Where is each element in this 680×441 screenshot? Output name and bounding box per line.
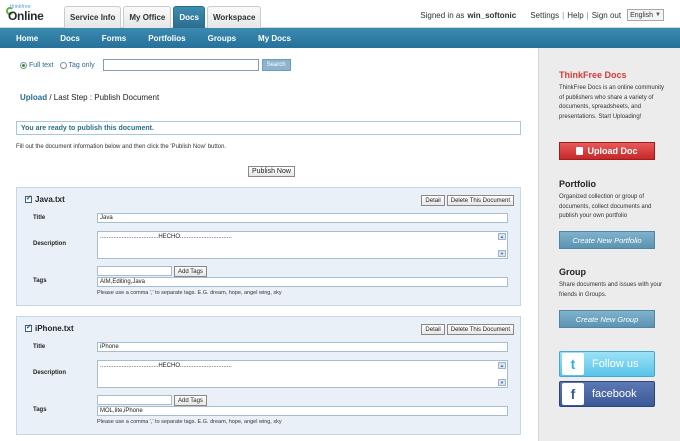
nav-docs[interactable]: Docs [60, 34, 80, 43]
portfolio-title: Portfolio [559, 179, 596, 189]
right-sidebar: ThinkFree Docs ThinkFree Docs is an onli… [538, 48, 680, 441]
scroll-down-icon[interactable]: ▼ [498, 379, 506, 386]
description-label: Description [33, 241, 67, 247]
document-card: Java.txt Detail Delete This Document Tit… [16, 187, 521, 306]
tags-label: Tags [33, 407, 47, 413]
user-area: Signed in as win_softonic Settings | Hel… [420, 9, 664, 21]
twitter-label: Follow us [592, 358, 639, 370]
chevron-down-icon: ▼ [655, 12, 661, 18]
description-text: ...................................HECHO… [100, 363, 232, 369]
publish-now-button[interactable]: Publish Now [248, 166, 295, 177]
create-portfolio-button[interactable]: Create New Portfolio [559, 231, 655, 249]
title-label: Title [33, 215, 46, 221]
upload-icon [576, 147, 584, 155]
tab-service-info[interactable]: Service Info [64, 6, 122, 28]
twitter-icon: t [562, 353, 584, 375]
tagonly-radio[interactable] [59, 61, 67, 69]
breadcrumb-upload-link[interactable]: Upload [20, 93, 47, 102]
facebook-icon: f [562, 383, 584, 405]
docs-intro-text: ThinkFree Docs is an online community of… [559, 85, 665, 120]
new-tag-input[interactable] [97, 266, 172, 276]
language-select[interactable]: English ▼ [627, 9, 664, 21]
breadcrumb: Upload / Last Step : Publish Document [20, 93, 159, 102]
search-row: Full text Tag only Search [20, 59, 291, 71]
title-input[interactable]: iPhone [97, 342, 508, 352]
document-checkbox[interactable] [25, 194, 32, 203]
language-value: English [630, 11, 654, 19]
description-scrollbar[interactable]: ▲ ▼ [498, 362, 506, 386]
description-textarea[interactable]: ...................................HECHO… [97, 360, 508, 388]
tab-workspace[interactable]: Workspace [206, 6, 262, 28]
username: win_softonic [467, 10, 517, 20]
add-tags-button[interactable]: Add Tags [174, 395, 207, 406]
settings-link[interactable]: Settings [530, 11, 559, 20]
nav-portfolios[interactable]: Portfolios [148, 34, 185, 43]
twitter-follow-button[interactable]: t Follow us [559, 351, 655, 377]
description-scrollbar[interactable]: ▲ ▼ [498, 233, 506, 257]
document-card: iPhone.txt Detail Delete This Document T… [16, 316, 521, 435]
top-header: thinkfree Online Service Info My Office … [0, 0, 680, 28]
group-title: Group [559, 267, 586, 277]
nav-forms[interactable]: Forms [102, 34, 126, 43]
document-header: Java.txt [25, 194, 65, 204]
description-label: Description [33, 370, 67, 376]
document-filename: Java.txt [35, 195, 65, 204]
ready-message: You are ready to publish this document. [16, 121, 521, 135]
tagonly-label[interactable]: Tag only [69, 62, 95, 69]
document-filename: iPhone.txt [35, 324, 74, 333]
thinkfree-logo[interactable]: thinkfree Online [6, 4, 58, 24]
document-actions: Detail Delete This Document [419, 195, 514, 206]
detail-button[interactable]: Detail [421, 195, 445, 206]
upload-doc-button[interactable]: Upload Doc [559, 142, 655, 160]
main-nav: Home Docs Forms Portfolios Groups My Doc… [0, 28, 680, 48]
portfolio-text: Organized collection or group of documen… [559, 194, 652, 219]
tag-hint: Please use a comma ',' to separate tags.… [97, 419, 282, 425]
document-header: iPhone.txt [25, 323, 74, 333]
description-textarea[interactable]: ...................................HECHO… [97, 231, 508, 259]
help-link[interactable]: Help [567, 11, 583, 20]
tags-label: Tags [33, 278, 47, 284]
title-label: Title [33, 344, 46, 350]
nav-groups[interactable]: Groups [208, 34, 236, 43]
create-group-button[interactable]: Create New Group [559, 310, 655, 328]
fulltext-label[interactable]: Full text [29, 62, 54, 69]
title-input[interactable]: Java [97, 213, 508, 223]
breadcrumb-current: / Last Step : Publish Document [49, 93, 160, 102]
search-button[interactable]: Search [261, 59, 291, 71]
sign-out-link[interactable]: Sign out [592, 11, 621, 20]
upload-doc-label: Upload Doc [587, 146, 638, 156]
search-input[interactable] [102, 59, 259, 71]
scroll-up-icon[interactable]: ▲ [498, 362, 506, 369]
detail-button[interactable]: Detail [421, 324, 445, 335]
group-section: Group Share documents and issues with yo… [559, 267, 665, 300]
signed-in-prefix: Signed in as [420, 10, 465, 20]
nav-home[interactable]: Home [16, 34, 38, 43]
fulltext-radio[interactable] [20, 61, 27, 69]
group-text: Share documents and issues with your fri… [559, 282, 663, 298]
document-actions: Detail Delete This Document [419, 324, 514, 335]
tab-my-office[interactable]: My Office [123, 6, 172, 28]
scroll-up-icon[interactable]: ▲ [498, 233, 506, 240]
facebook-label: facebook [592, 388, 637, 400]
logo-big-text: Online [8, 9, 44, 23]
tab-docs[interactable]: Docs [173, 6, 205, 28]
portfolio-section: Portfolio Organized collection or group … [559, 179, 665, 222]
add-tags-button[interactable]: Add Tags [174, 266, 207, 277]
main-content: Full text Tag only Search Upload / Last … [0, 48, 538, 441]
tags-input[interactable]: MOL,lite,iPhone [97, 406, 508, 416]
nav-my-docs[interactable]: My Docs [258, 34, 291, 43]
docs-intro-section: ThinkFree Docs ThinkFree Docs is an onli… [559, 70, 665, 122]
scroll-down-icon[interactable]: ▼ [498, 250, 506, 257]
delete-document-button[interactable]: Delete This Document [446, 324, 514, 335]
new-tag-input[interactable] [97, 395, 172, 405]
top-tabs: Service Info My Office Docs Workspace [64, 6, 263, 28]
document-checkbox[interactable] [25, 323, 32, 332]
instructions-text: Fill out the document information below … [16, 144, 227, 150]
tags-input[interactable]: AIM,Editing,Java [97, 277, 508, 287]
tag-hint: Please use a comma ',' to separate tags.… [97, 290, 282, 296]
docs-intro-title: ThinkFree Docs [559, 70, 627, 80]
description-text: ...................................HECHO… [100, 234, 232, 240]
delete-document-button[interactable]: Delete This Document [446, 195, 514, 206]
facebook-button[interactable]: f facebook [559, 381, 655, 407]
